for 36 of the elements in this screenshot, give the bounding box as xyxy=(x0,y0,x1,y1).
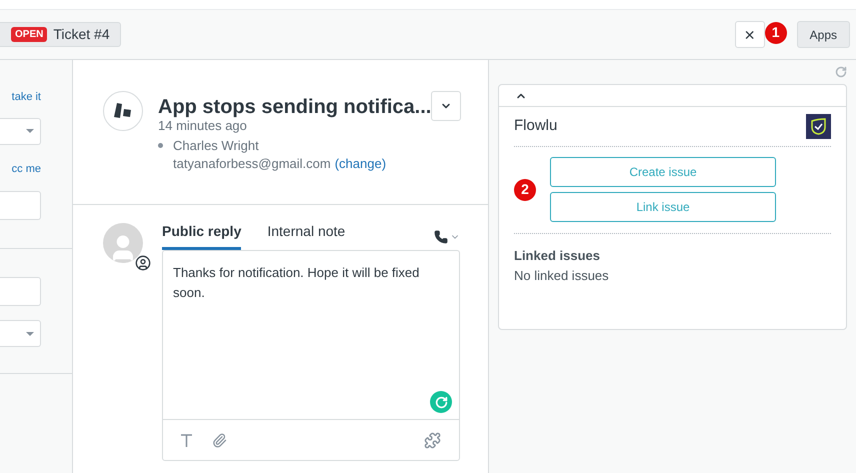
ticket-tab-label: Ticket #4 xyxy=(53,25,110,44)
sidebar-link[interactable]: take it xyxy=(12,89,41,106)
shield-check-icon xyxy=(806,114,831,139)
text-format-icon[interactable] xyxy=(181,434,192,446)
requester-email: tatyanaforbess@gmail.com xyxy=(173,155,331,173)
logo-icon xyxy=(114,103,132,119)
bullet-icon xyxy=(158,143,163,148)
status-badge: OPEN xyxy=(11,27,48,42)
apps-button[interactable]: Apps xyxy=(796,21,850,48)
select-field[interactable] xyxy=(0,118,41,144)
input-field[interactable] xyxy=(0,277,41,306)
user-badge-icon xyxy=(135,255,151,271)
puzzle-icon[interactable] xyxy=(424,432,441,448)
app-title: Flowlu xyxy=(514,116,558,136)
number-marker: 2 xyxy=(514,178,536,200)
reply-tab[interactable]: Public reply xyxy=(162,221,242,250)
phone-icon[interactable] xyxy=(434,230,448,244)
ticket-tab[interactable]: OPEN Ticket #4 xyxy=(0,22,121,47)
linked-issues-title: Linked issues xyxy=(514,247,601,265)
ticket-title: App stops sending notifica... xyxy=(158,95,432,120)
reply-tab[interactable]: Internal note xyxy=(267,221,346,250)
ticket-time: 14 minutes ago xyxy=(158,118,248,134)
number-marker: 1 xyxy=(764,22,787,44)
close-button[interactable]: × xyxy=(734,21,765,48)
refresh-icon[interactable] xyxy=(835,66,847,78)
select-field[interactable] xyxy=(0,320,41,347)
linked-issues-empty: No linked issues xyxy=(514,266,610,284)
dropdown-icon xyxy=(26,332,34,336)
requester-name: Charles Wright xyxy=(173,137,260,155)
paperclip-icon[interactable] xyxy=(212,432,227,448)
input-field[interactable] xyxy=(0,191,41,220)
change-link[interactable]: (change) xyxy=(334,155,386,173)
reply-editor[interactable]: Thanks for notification. Hope it will be fixed soon. xyxy=(162,250,460,461)
reply-text: Thanks for notification. Hope it will be fixed soon. xyxy=(173,264,420,302)
sidebar-link[interactable]: cc me xyxy=(12,160,41,177)
dropdown-icon xyxy=(26,129,34,133)
